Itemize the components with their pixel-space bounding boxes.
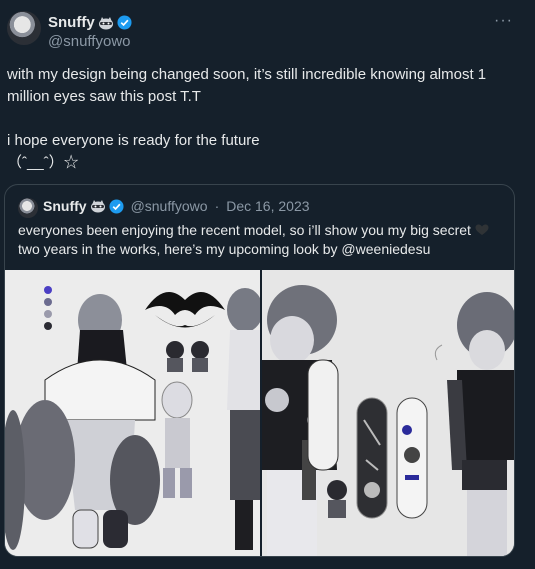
media-image-right[interactable]	[262, 270, 514, 556]
media-image-left[interactable]	[5, 270, 260, 556]
quote-header: Snuffy @snuffyowo · Dec 16, 2023	[43, 198, 310, 214]
raccoon-icon	[90, 200, 105, 213]
quote-separator: ·	[214, 198, 220, 214]
quote-text-line1: everyones been enjoying the recent model…	[18, 222, 475, 238]
author-avatar[interactable]	[7, 11, 41, 45]
quoted-tweet[interactable]: Snuffy @snuffyowo · Dec 16, 2023 everyon…	[4, 184, 515, 557]
more-icon[interactable]: ···	[494, 12, 513, 30]
author-name[interactable]: Snuffy	[48, 14, 95, 31]
raccoon-icon	[98, 16, 113, 29]
author-handle[interactable]: @snuffyowo	[48, 33, 131, 50]
quote-author-name: Snuffy	[43, 198, 87, 214]
verified-icon	[117, 15, 132, 30]
quote-handle: @snuffyowo	[130, 198, 208, 214]
verified-icon	[109, 198, 124, 214]
author-name-row[interactable]: Snuffy	[48, 14, 132, 31]
quote-avatar	[18, 198, 38, 218]
quote-date: Dec 16, 2023	[226, 198, 310, 214]
quote-text: everyones been enjoying the recent model…	[18, 221, 508, 259]
tweet-text: with my design being changed soon, it’s …	[7, 66, 487, 171]
quote-text-line2: two years in the works, here’s my upcomi…	[18, 241, 431, 257]
heart-icon	[475, 224, 489, 235]
